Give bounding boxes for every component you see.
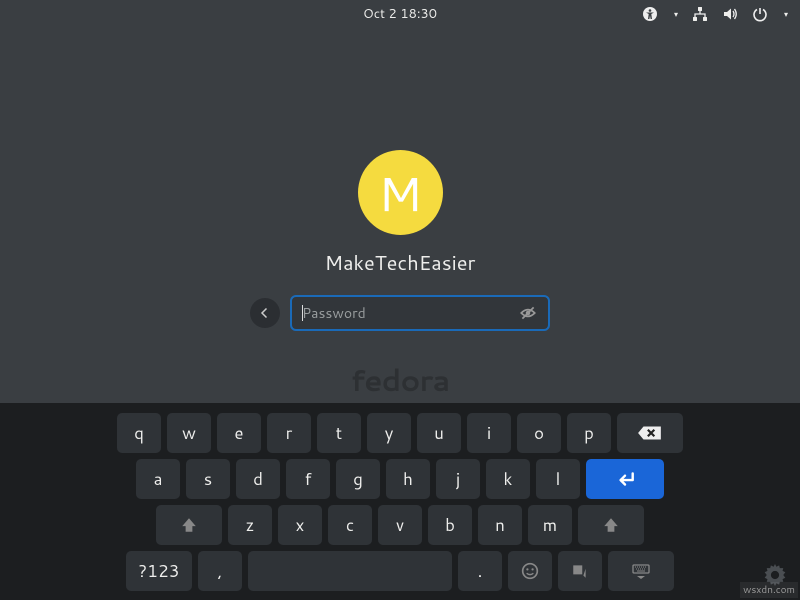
keyboard-row-4: ?123 , . [10,551,790,591]
volume-icon[interactable] [722,6,738,22]
chevron-down-icon: ▾ [674,8,678,20]
toggle-password-visibility-icon[interactable] [518,303,538,323]
key-l[interactable]: l [536,459,580,499]
key-m[interactable]: m [528,505,572,545]
key-o[interactable]: o [517,413,561,453]
key-f[interactable]: f [286,459,330,499]
avatar-letter: M [378,159,422,227]
status-area[interactable]: ▾ ▾ [642,6,788,22]
key-z[interactable]: z [228,505,272,545]
accessibility-icon[interactable] [642,6,658,22]
key-c[interactable]: c [328,505,372,545]
key-b[interactable]: b [428,505,472,545]
keyboard-row-1: q w e r t y u i o p [10,413,790,453]
key-u[interactable]: u [417,413,461,453]
password-row [250,295,550,331]
top-bar: Oct 2 18:30 ▾ ▾ [0,0,800,28]
key-n[interactable]: n [478,505,522,545]
key-s[interactable]: s [186,459,230,499]
key-k[interactable]: k [486,459,530,499]
key-y[interactable]: y [367,413,411,453]
key-h[interactable]: h [386,459,430,499]
key-g[interactable]: g [336,459,380,499]
key-j[interactable]: j [436,459,480,499]
key-space[interactable] [248,551,452,591]
key-d[interactable]: d [236,459,280,499]
on-screen-keyboard: q w e r t y u i o p a s d f g h j k l z … [0,403,800,600]
key-enter[interactable] [586,459,664,499]
key-emoji[interactable] [508,551,552,591]
back-button[interactable] [250,298,280,328]
key-backspace[interactable] [617,413,683,453]
key-w[interactable]: w [167,413,211,453]
key-hide-keyboard[interactable] [608,551,674,591]
chevron-down-icon: ▾ [784,8,788,20]
key-shift-right[interactable] [578,505,644,545]
clock[interactable]: Oct 2 18:30 [363,5,437,23]
key-e[interactable]: e [217,413,261,453]
key-period[interactable]: . [458,551,502,591]
key-i[interactable]: i [467,413,511,453]
key-p[interactable]: p [567,413,611,453]
key-v[interactable]: v [378,505,422,545]
password-field-container [290,295,550,331]
key-shift[interactable] [156,505,222,545]
key-symbols[interactable]: ?123 [126,551,192,591]
key-language[interactable] [558,551,602,591]
source-watermark: wsxdn.com [740,582,798,598]
keyboard-row-2: a s d f g h j k l [10,459,790,499]
key-r[interactable]: r [267,413,311,453]
text-cursor [302,305,303,321]
keyboard-row-3: z x c v b n m [10,505,790,545]
password-input[interactable] [302,303,518,323]
key-t[interactable]: t [317,413,361,453]
distro-watermark: fedora [351,358,450,401]
key-x[interactable]: x [278,505,322,545]
key-a[interactable]: a [136,459,180,499]
username-label: MakeTechEasier [325,249,476,277]
key-q[interactable]: q [117,413,161,453]
key-comma[interactable]: , [198,551,242,591]
login-panel: M MakeTechEasier [0,150,800,331]
network-icon[interactable] [692,6,708,22]
avatar: M [358,150,443,235]
power-icon[interactable] [752,6,768,22]
